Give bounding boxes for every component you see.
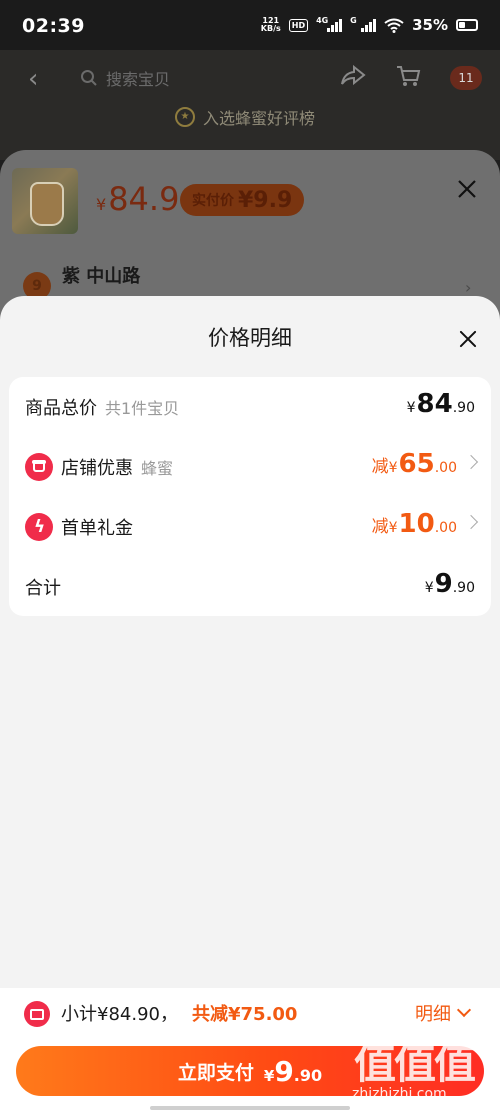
total-discount-text: 共减¥75.00 [192, 1004, 298, 1025]
amount-decimal: .90 [293, 1065, 323, 1085]
chevron-right-icon [463, 514, 479, 530]
goods-count-label: 共1件宝贝 [105, 399, 180, 418]
pay-amount: ¥9.90 [264, 1055, 322, 1088]
hd-icon: HD [288, 18, 309, 32]
row-label: 合计 [25, 574, 61, 600]
cart-icon[interactable] [395, 64, 421, 94]
search-bar[interactable]: 搜索宝贝 [80, 66, 170, 90]
total-label: 合计 [25, 578, 61, 599]
amount-decimal: .00 [434, 460, 457, 476]
sku-price-value: 84.9 [108, 180, 180, 218]
store-discount-sub: 蜂蜜 [141, 459, 174, 478]
network-type-label: 4G [316, 15, 329, 25]
total-amount: ¥9.90 [425, 569, 475, 599]
search-placeholder: 搜索宝贝 [106, 70, 171, 89]
chevron-right-icon [463, 454, 479, 470]
first-order-gift-row[interactable]: ϟ 首单礼金 减¥10.00 [9, 497, 491, 557]
amount-integer: 9 [274, 1054, 294, 1088]
subtotal-text: 小计¥84.90， [61, 1004, 178, 1025]
battery-icon [456, 19, 478, 31]
minus-prefix: 减 [371, 457, 389, 477]
amount-integer: 9 [434, 569, 453, 599]
watermark: 值值值 zhizhizhi.com [350, 1030, 490, 1105]
currency-symbol: ¥ [406, 400, 416, 416]
store-discount-row[interactable]: 店铺优惠 蜂蜜 减¥65.00 [9, 437, 491, 497]
watermark-url: zhizhizhi.com [352, 1086, 447, 1102]
product-nav-bar: ‹ 搜索宝贝 11 [0, 58, 500, 98]
medal-icon: ★ [175, 107, 195, 127]
goods-total-amount: ¥84.90 [407, 389, 475, 419]
ranking-badge[interactable]: ★ 入选蜂蜜好评榜 [175, 105, 315, 129]
signal-icon: 4G [316, 15, 343, 32]
currency-symbol: ¥ [263, 1066, 275, 1085]
store-discount-label: 店铺优惠 [61, 458, 133, 479]
real-price-badge: 实付价 ¥9.9 [180, 184, 305, 216]
sku-close-icon[interactable] [456, 178, 478, 200]
currency-symbol: ¥ [388, 520, 398, 536]
pay-label: 立即支付 [177, 1061, 254, 1084]
currency-symbol: ¥ [424, 580, 434, 596]
watermark-logo: 值值值 [354, 1039, 476, 1088]
lightning-icon: ϟ [25, 513, 53, 541]
coupon-icon [24, 1001, 50, 1027]
total-row: 合计 ¥9.90 [9, 557, 491, 617]
real-price-value: ¥9.9 [238, 187, 293, 213]
delivery-address[interactable]: 紫 中山路 [62, 262, 140, 288]
address-chevron-icon: › [465, 278, 472, 297]
store-icon [25, 453, 53, 481]
first-order-gift-label: 首单礼金 [61, 518, 133, 539]
cart-count-badge: 11 [450, 66, 482, 90]
ranking-text: 入选蜂蜜好评榜 [203, 109, 316, 128]
store-discount-amount: 减¥65.00 [372, 449, 457, 479]
product-page-background: ‹ 搜索宝贝 11 ★ 入选蜂蜜好评榜 [0, 50, 500, 160]
sku-currency: ¥ [96, 195, 107, 214]
back-icon[interactable]: ‹ [28, 64, 38, 94]
amount-integer: 65 [398, 449, 435, 479]
status-time: 02:39 [22, 15, 85, 37]
status-bar: 02:39 121 KB/s HD 4G G 35% [0, 0, 500, 50]
chevron-down-icon [456, 1002, 472, 1018]
goods-total-label: 商品总价 [25, 398, 97, 419]
status-icons: 121 KB/s HD 4G G 35% [261, 16, 478, 34]
amount-decimal: .00 [434, 520, 457, 536]
row-label: 店铺优惠 蜂蜜 [61, 454, 173, 480]
search-icon [81, 70, 97, 86]
price-detail-title: 价格明细 [208, 326, 292, 350]
battery-percent: 35% [412, 16, 448, 34]
amount-decimal: .90 [452, 400, 475, 416]
wifi-icon [384, 18, 404, 33]
network-speed-unit: KB/s [260, 24, 281, 33]
network-speed: 121 KB/s [261, 17, 281, 33]
amount-integer: 84 [416, 389, 453, 419]
detail-toggle-button[interactable]: 明细 [415, 1000, 472, 1026]
sku-price: ¥84.9 [96, 180, 179, 218]
signal-icon-2: G [350, 15, 377, 32]
network-type-label-2: G [350, 15, 357, 25]
detail-toggle-label: 明细 [415, 1004, 451, 1025]
price-breakdown-card: 商品总价 共1件宝贝 ¥84.90 店铺优惠 蜂蜜 减¥65.00 ϟ 首单礼金 减 [9, 377, 491, 616]
minus-prefix: 减 [371, 517, 389, 537]
close-icon[interactable] [455, 326, 481, 352]
share-icon[interactable] [340, 64, 366, 92]
first-order-gift-amount: 减¥10.00 [372, 509, 457, 539]
currency-symbol: ¥ [388, 460, 398, 476]
amount-integer: 10 [398, 509, 435, 539]
real-price-label: 实付价 [192, 193, 234, 209]
home-indicator[interactable] [150, 1106, 350, 1110]
row-label: 商品总价 共1件宝贝 [25, 394, 179, 420]
product-thumbnail[interactable] [12, 168, 78, 234]
row-label: 首单礼金 [61, 514, 133, 540]
goods-total-row: 商品总价 共1件宝贝 ¥84.90 [9, 377, 491, 437]
amount-decimal: .90 [452, 580, 475, 596]
